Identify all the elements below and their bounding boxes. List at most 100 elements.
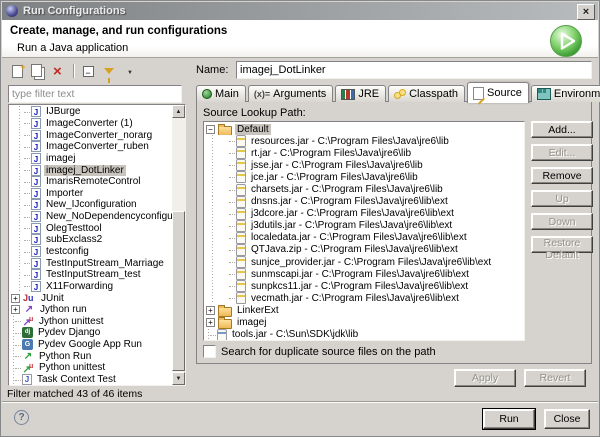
- config-tree-item[interactable]: JTask Context Test: [9, 374, 172, 385]
- close-window-button[interactable]: [577, 4, 595, 20]
- source-tree-item[interactable]: dnsns.jar - C:\Program Files\Java\jre6\l…: [204, 196, 524, 208]
- config-tree-item[interactable]: JImageConverter_norarg: [9, 129, 172, 141]
- source-tree-item[interactable]: imagej: [204, 317, 524, 329]
- restore-default-button[interactable]: Restore Default: [531, 236, 593, 253]
- tab-source[interactable]: Source: [467, 82, 529, 103]
- java-app-icon: J: [31, 269, 41, 280]
- java-app-icon: J: [31, 188, 41, 199]
- jython-unittest-icon: ↗u: [22, 316, 34, 328]
- run-button[interactable]: Run: [483, 409, 535, 429]
- collapse-all-button[interactable]: [79, 63, 97, 80]
- source-tree-item[interactable]: jsse.jar - C:\Program Files\Java\jre6\li…: [204, 159, 524, 171]
- config-tree-item[interactable]: JImarisRemoteControl: [9, 176, 172, 188]
- source-tree-item[interactable]: sunjce_provider.jar - C:\Program Files\J…: [204, 256, 524, 268]
- config-tree-item[interactable]: JNew_IJconfiguration: [9, 199, 172, 211]
- revert-button[interactable]: Revert: [524, 369, 586, 387]
- tree-scrollbar[interactable]: ▲ ▼: [172, 105, 185, 385]
- source-tree-item[interactable]: j3dcore.jar - C:\Program Files\Java\jre6…: [204, 208, 524, 220]
- expand-expander-icon[interactable]: [11, 294, 20, 303]
- tree-guide: [11, 234, 31, 246]
- config-tree-item[interactable]: JsubExclass2: [9, 234, 172, 246]
- source-tree-item[interactable]: jce.jar - C:\Program Files\Java\jre6\lib: [204, 171, 524, 183]
- help-button[interactable]: ?: [14, 410, 29, 425]
- apply-revert-row: Apply Revert: [454, 369, 586, 387]
- source-tree-item[interactable]: sunmscapi.jar - C:\Program Files\Java\jr…: [204, 268, 524, 280]
- scroll-down-button[interactable]: ▼: [172, 372, 185, 385]
- jar-icon: [236, 268, 246, 280]
- config-tree-item[interactable]: JOlegTesttool: [9, 222, 172, 234]
- scrollbar-thumb[interactable]: [172, 211, 185, 371]
- add-button[interactable]: Add...: [531, 121, 593, 138]
- source-tree-item[interactable]: j3dutils.jar - C:\Program Files\Java\jre…: [204, 220, 524, 232]
- config-tree-item[interactable]: JuJUnit: [9, 292, 172, 304]
- config-tree-item[interactable]: JTestInputStream_Marriage: [9, 257, 172, 269]
- source-tree-box: Defaultresources.jar - C:\Program Files\…: [203, 121, 525, 341]
- config-tree-item[interactable]: ↗uPython unittest: [9, 362, 172, 374]
- filter-input[interactable]: [8, 85, 182, 103]
- config-tree-item[interactable]: djPydev Django: [9, 327, 172, 339]
- config-tree-item[interactable]: JTestInputStream_test: [9, 269, 172, 281]
- java-app-icon: J: [31, 258, 41, 269]
- delete-config-button[interactable]: [50, 63, 68, 80]
- config-tree-item[interactable]: Jimagej_DotLinker: [9, 164, 172, 176]
- config-tree-item[interactable]: JNew_NoDependencyconfiguration: [9, 211, 172, 223]
- tab-classpath[interactable]: Classpath: [388, 85, 465, 102]
- name-label: Name:: [196, 64, 228, 76]
- new-config-button[interactable]: [8, 63, 26, 80]
- duplicate-config-icon: [31, 64, 42, 77]
- tab-main[interactable]: Main: [196, 85, 246, 102]
- duplicate-search-checkbox[interactable]: [203, 345, 216, 358]
- source-tree-item[interactable]: QTJava.zip - C:\Program Files\Java\jre6\…: [204, 244, 524, 256]
- config-tree-item[interactable]: ↗Jython run: [9, 304, 172, 316]
- config-tree-item[interactable]: JX11Forwarding: [9, 281, 172, 293]
- up-button[interactable]: Up: [531, 190, 593, 207]
- config-tree-item[interactable]: JImporter: [9, 187, 172, 199]
- tree-guide: [11, 199, 31, 211]
- name-input[interactable]: [236, 61, 592, 79]
- tree-guide: [206, 244, 236, 256]
- tree-item-label: sunpkcs11.jar - C:\Program Files\Java\jr…: [249, 281, 470, 292]
- tab-arguments[interactable]: (x)=Arguments: [248, 85, 333, 102]
- tree-item-label: JUnit: [39, 293, 66, 304]
- edit-button[interactable]: Edit...: [531, 144, 593, 161]
- source-tree-item[interactable]: vecmath.jar - C:\Program Files\Java\jre6…: [204, 292, 524, 304]
- config-tree-item[interactable]: Jtestconfig: [9, 246, 172, 258]
- source-tree-item[interactable]: resources.jar - C:\Program Files\Java\jr…: [204, 135, 524, 147]
- tree-item-label: ImageConverter_ruben: [44, 141, 151, 152]
- source-tree-item[interactable]: sunpkcs11.jar - C:\Program Files\Java\jr…: [204, 280, 524, 292]
- tree-item-label: Python Run: [37, 351, 93, 362]
- apply-button[interactable]: Apply: [454, 369, 516, 387]
- config-tree-item[interactable]: Jimagej: [9, 153, 172, 165]
- scroll-up-button[interactable]: ▲: [172, 105, 185, 118]
- collapse-expander-icon[interactable]: [206, 125, 215, 134]
- config-tree-item[interactable]: JImageConverter_ruben: [9, 141, 172, 153]
- down-button[interactable]: Down: [531, 213, 593, 230]
- source-tree-item[interactable]: charsets.jar - C:\Program Files\Java\jre…: [204, 183, 524, 195]
- config-tree-item[interactable]: ↗uJython unittest: [9, 316, 172, 328]
- tree-item-label: Pydev Django: [36, 327, 102, 338]
- config-tree-item[interactable]: JIJBurge: [9, 106, 172, 118]
- tree-item-label: ImageConverter_norarg: [44, 130, 154, 141]
- title-bar[interactable]: Run Configurations: [2, 2, 598, 20]
- source-tree-item[interactable]: LinkerExt: [204, 304, 524, 316]
- expand-expander-icon[interactable]: [206, 318, 215, 327]
- source-tree-item[interactable]: tools.jar - C:\Sun\SDK\jdk\lib: [204, 329, 524, 341]
- view-menu-button[interactable]: [121, 63, 139, 80]
- config-tree-item[interactable]: JImageConverter (1): [9, 118, 172, 130]
- tab-environment[interactable]: Environment: [531, 85, 600, 102]
- source-tree-item[interactable]: localedata.jar - C:\Program Files\Java\j…: [204, 232, 524, 244]
- tab-jre[interactable]: JRE: [335, 85, 386, 102]
- python-unittest-icon: ↗u: [22, 362, 34, 374]
- toolbar-separator: [73, 64, 74, 78]
- close-button[interactable]: Close: [544, 409, 590, 429]
- source-tree-item[interactable]: rt.jar - C:\Program Files\Java\jre6\lib: [204, 147, 524, 159]
- remove-button[interactable]: Remove: [531, 167, 593, 184]
- config-tree-item[interactable]: GPydev Google App Run: [9, 339, 172, 351]
- tree-guide: [11, 327, 22, 339]
- filter-configs-button[interactable]: [100, 63, 118, 80]
- source-tree-item[interactable]: Default: [204, 123, 524, 135]
- expand-expander-icon[interactable]: [206, 306, 215, 315]
- duplicate-config-button[interactable]: [29, 63, 47, 80]
- config-tree-item[interactable]: ↗Python Run: [9, 350, 172, 362]
- expand-expander-icon[interactable]: [11, 305, 20, 314]
